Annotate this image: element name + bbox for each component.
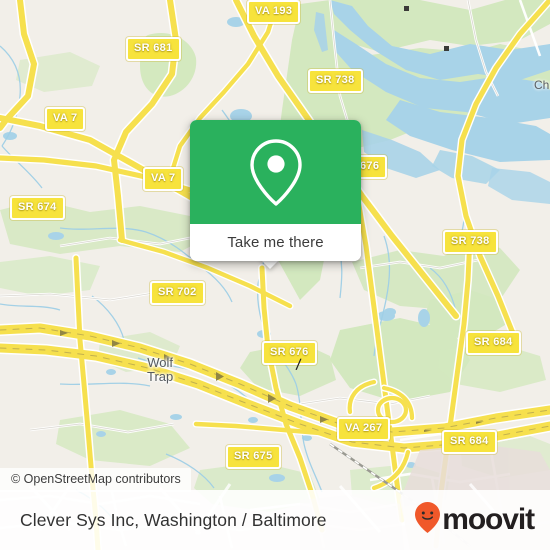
osm-attribution[interactable]: © OpenStreetMap contributors <box>0 468 191 492</box>
road-shield-va-7-east: VA 7 <box>143 167 184 191</box>
page-title: Clever Sys Inc, Washington / Baltimore <box>20 509 327 530</box>
road-shield-sr-675: SR 675 <box>226 445 281 469</box>
road-shield-va-267: VA 267 <box>337 417 391 441</box>
moovit-smiley-pin-icon <box>414 501 441 539</box>
popup-card-header <box>190 120 361 224</box>
edge-label-ch-clipped: Ch <box>534 78 550 92</box>
location-pin-icon <box>245 136 307 208</box>
road-shield-sr-681: SR 681 <box>126 37 181 61</box>
road-shield-va-193: VA 193 <box>247 0 301 24</box>
road-shield-sr-684-north: SR 684 <box>466 331 521 355</box>
destination-popup-card[interactable]: Take me there <box>190 120 361 261</box>
road-shield-sr-738-north: SR 738 <box>308 69 363 93</box>
bottom-info-bar: Clever Sys Inc, Washington / Baltimore m… <box>0 490 550 550</box>
road-shield-sr-676: SR 676 <box>262 341 317 365</box>
road-shield-sr-702: SR 702 <box>150 281 205 305</box>
road-shield-sr-738-east: SR 738 <box>443 230 498 254</box>
road-shield-sr-674: SR 674 <box>10 196 65 220</box>
road-shield-va-7-west: VA 7 <box>45 107 86 131</box>
moovit-logo[interactable]: moovit <box>414 501 535 539</box>
poi-marker-dot <box>444 46 449 51</box>
take-me-there-button[interactable]: Take me there <box>190 224 361 261</box>
poi-marker-dot <box>404 6 409 11</box>
moovit-wordmark: moovit <box>442 503 535 536</box>
map-screenshot: VA 193 SR 681 SR 738 VA 7 VA 7 676 SR 674 SR 73… <box>0 0 550 550</box>
road-shield-sr-684-south: SR 684 <box>442 430 497 454</box>
